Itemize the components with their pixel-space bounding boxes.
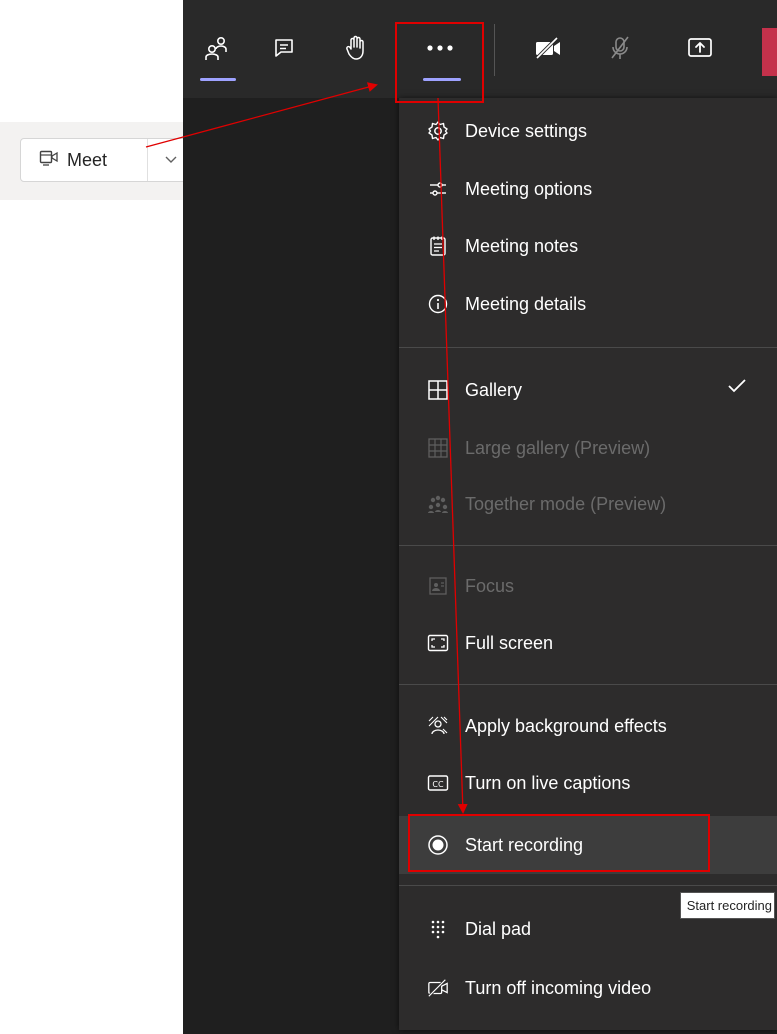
menu-item-focus: Focus [399,558,777,614]
menu-item-full-screen[interactable]: Full screen [399,615,777,671]
tooltip-text: Start recording [686,898,772,913]
meet-button-label: Meet [67,149,108,170]
dialpad-icon [427,918,449,940]
menu-separator [399,347,777,348]
notes-icon [427,235,449,257]
gallery-icon [427,379,449,401]
people-active-underline [200,78,236,81]
menu-item-meeting-notes[interactable]: Meeting notes [399,218,777,274]
menu-item-label: Meeting details [465,293,587,314]
chat-button[interactable] [264,28,304,68]
camera-off-icon [535,36,560,60]
together-mode-icon [427,493,449,515]
sliders-icon [427,178,449,200]
menu-item-label: Full screen [465,632,554,653]
gear-icon [427,120,449,142]
menu-item-large-gallery: Large gallery (Preview) [399,420,777,476]
fullscreen-icon [427,632,449,654]
svg-text:CC: CC [432,780,444,789]
mic-off-icon [611,36,629,59]
menu-separator [399,885,777,886]
menu-item-label: Device settings [465,120,588,141]
people-button[interactable] [196,28,236,68]
menu-item-meeting-options[interactable]: Meeting options [399,161,777,217]
menu-item-label: Meeting options [465,178,593,199]
camera-toggle-button[interactable] [528,28,568,68]
menu-item-gallery[interactable]: Gallery [399,362,777,418]
meet-button[interactable]: Meet [21,139,147,181]
mic-toggle-button[interactable] [600,28,640,68]
annotation-box-start-recording [408,814,710,872]
focus-icon [427,575,449,597]
video-camera-icon [39,149,59,172]
toolbar-divider [494,24,495,76]
menu-item-label: Together mode (Preview) [465,493,667,514]
people-icon [205,36,227,60]
video-off-icon [427,977,449,999]
more-actions-menu: Device settings Meeting options Meeting … [399,98,777,1030]
menu-item-label: Gallery [465,379,523,400]
checkmark-icon [727,378,747,399]
background-effects-icon [427,715,449,737]
raise-hand-icon [346,35,364,60]
info-icon [427,293,449,315]
menu-item-device-settings[interactable]: Device settings [399,103,777,159]
captions-icon: CC [427,772,449,794]
menu-item-apply-background-effects[interactable]: Apply background effects [399,698,777,754]
menu-item-turn-off-incoming-video[interactable]: Turn off incoming video [399,960,777,1016]
chat-icon [275,39,293,57]
leave-button-edge[interactable] [762,28,777,76]
menu-item-turn-on-live-captions[interactable]: CC Turn on live captions [399,755,777,811]
menu-item-label: Turn on live captions [465,772,631,793]
menu-item-label: Dial pad [465,918,532,939]
menu-separator [399,684,777,685]
menu-item-label: Turn off incoming video [465,977,652,998]
menu-item-label: Apply background effects [465,715,667,736]
raise-hand-button[interactable] [336,28,376,68]
menu-separator [399,545,777,546]
annotation-box-more-actions [395,22,484,103]
chevron-down-icon [165,156,176,163]
menu-item-label: Focus [465,575,515,596]
share-screen-icon [688,38,712,57]
meet-split-button[interactable]: Meet [20,138,194,182]
share-screen-button[interactable] [680,28,720,68]
menu-item-meeting-details[interactable]: Meeting details [399,276,777,332]
large-gallery-icon [427,437,449,459]
start-recording-tooltip: Start recording [680,892,775,919]
menu-item-label: Large gallery (Preview) [465,437,651,458]
menu-item-label: Meeting notes [465,235,579,256]
menu-item-together-mode: Together mode (Preview) [399,476,777,532]
